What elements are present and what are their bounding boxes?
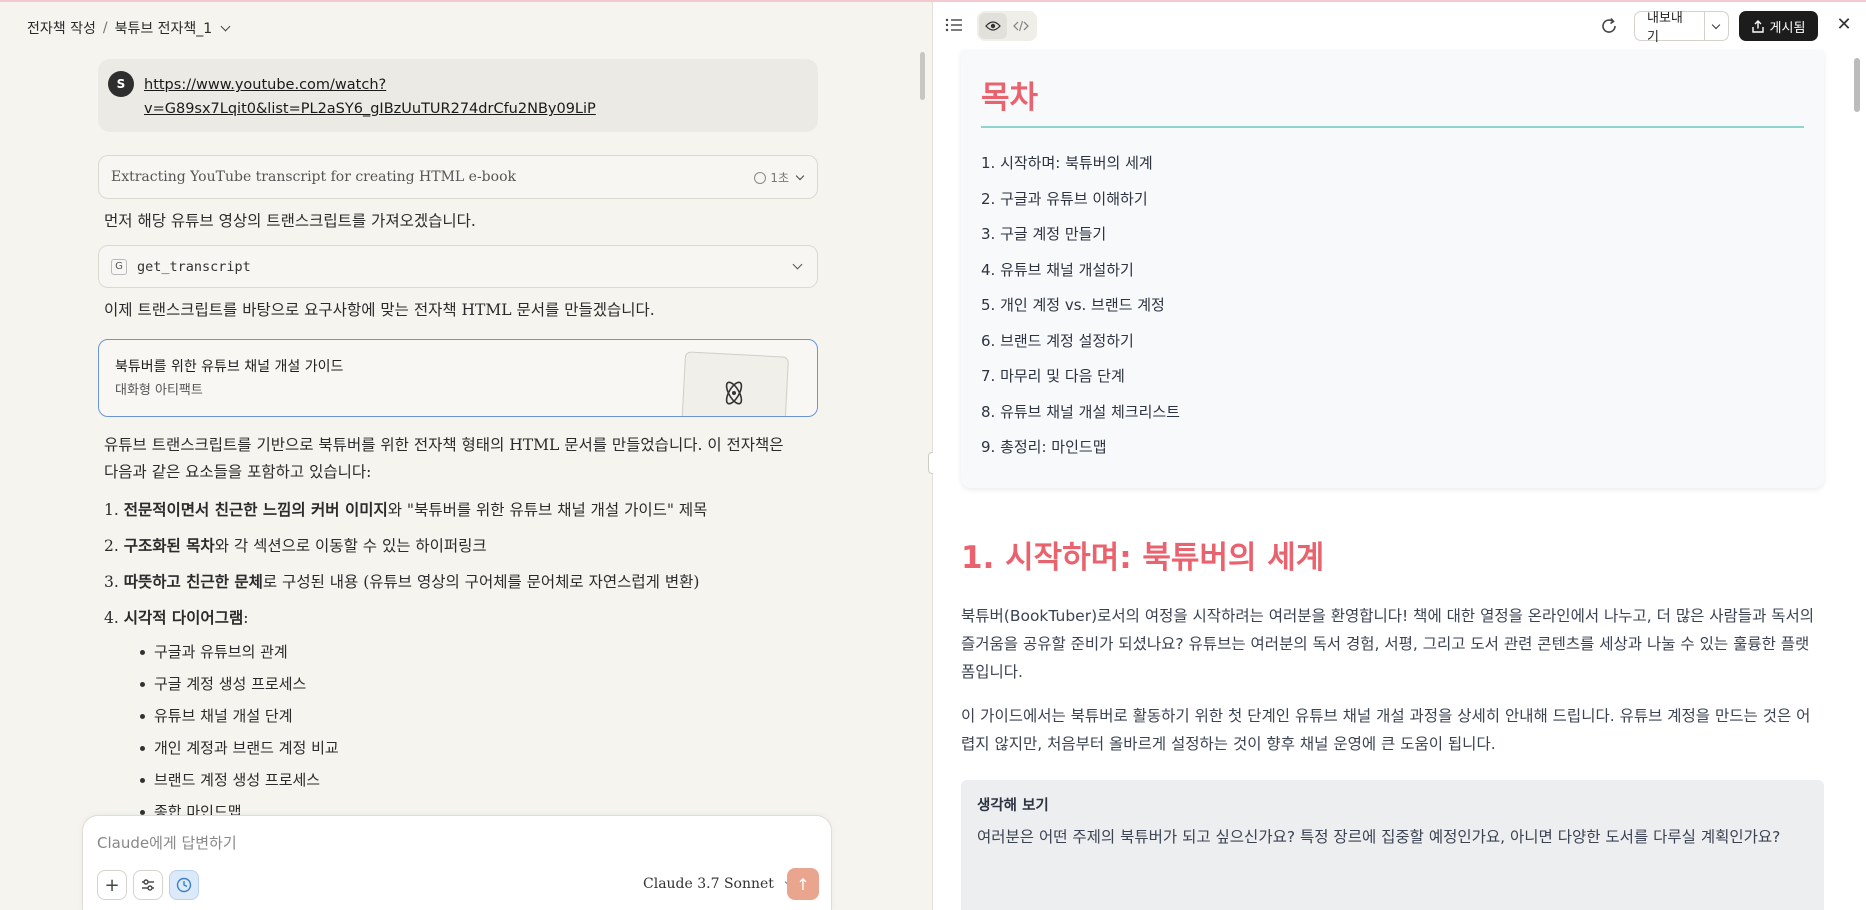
thinking-duration: 1초 xyxy=(770,171,789,185)
chevron-down-icon xyxy=(1712,20,1721,29)
model-name: Claude 3.7 Sonnet xyxy=(643,876,774,892)
thinking-text: Extracting YouTube transcript for creati… xyxy=(111,169,516,185)
breadcrumb-project[interactable]: 전자책 작성 xyxy=(27,18,96,38)
ebook-document: 목차 1. 시작하며: 북튜버의 세계 2. 구글과 유튜브 이해하기 3. 구… xyxy=(933,50,1866,910)
assistant-summary: 유튜브 트랜스크립트를 기반으로 북튜버를 위한 전자책 형태의 HTML 문서… xyxy=(104,436,784,481)
section-heading: 1. 시작하며: 북튜버의 세계 xyxy=(961,540,1325,576)
callout-title: 생각해 보기 xyxy=(977,798,1049,814)
toc-link[interactable]: 4. 유튜브 채널 개설하기 xyxy=(981,253,1804,289)
export-label: 내보내기 xyxy=(1635,11,1705,45)
chat-content: S https://www.youtube.com/watch? v=G89sx… xyxy=(98,59,818,828)
assistant-paragraph: 이제 트랜스크립트를 바탕으로 요구사항에 맞는 전자책 HTML 문서를 만들… xyxy=(104,301,655,319)
list-item: 3. 따뜻하고 친근한 문체로 구성된 내용 (유튜브 영상의 구어체를 문어체… xyxy=(104,572,700,591)
list-item: 개인 계정과 브랜드 계정 비교 xyxy=(140,732,818,764)
add-button[interactable]: + xyxy=(97,870,127,900)
thinking-meta: 1초 xyxy=(754,169,805,186)
section-paragraph: 북튜버(BookTuber)로서의 여정을 시작하려는 여러분을 환영합니다! … xyxy=(961,607,1815,681)
send-button[interactable]: ↑ xyxy=(787,868,819,900)
artifact-toolbar: 내보내기 게시됨 ✕ xyxy=(933,2,1866,50)
user-message: S https://www.youtube.com/watch? v=G89sx… xyxy=(98,59,818,132)
artifact-panel: 내보내기 게시됨 ✕ 목차 1. 시작하며: 북튜버의 세계 2. 구글과 유튜… xyxy=(933,2,1866,910)
thinking-block[interactable]: Extracting YouTube transcript for creati… xyxy=(98,155,818,199)
toc-link[interactable]: 3. 구글 계정 만들기 xyxy=(981,217,1804,253)
toc-link[interactable]: 1. 시작하며: 북튜버의 세계 xyxy=(981,146,1804,182)
toc-link[interactable]: 5. 개인 계정 vs. 브랜드 계정 xyxy=(981,288,1804,324)
tool-call-block[interactable]: G get_transcript xyxy=(98,245,818,288)
clock-icon xyxy=(754,171,767,184)
toc-link[interactable]: 2. 구글과 유튜브 이해하기 xyxy=(981,182,1804,218)
list-item: 구글 계정 생성 프로세스 xyxy=(140,668,818,700)
reload-icon[interactable] xyxy=(1599,16,1619,36)
list-item: 1. 전문적이면서 친근한 느낌의 커버 이미지와 "북튜버를 위한 유튜브 채… xyxy=(104,500,708,519)
think-callout: 생각해 보기 여러분은 어떤 주제의 북튜버가 되고 싶으신가요? 특정 장르에… xyxy=(961,780,1824,910)
artifact-title: 북튜버를 위한 유튜브 채널 개설 가이드 xyxy=(115,359,344,375)
toc-title: 목차 xyxy=(981,80,1039,116)
publish-label: 게시됨 xyxy=(1769,20,1806,36)
chevron-down-icon xyxy=(795,171,805,180)
composer-input[interactable]: Claude에게 답변하기 xyxy=(97,832,237,853)
eye-icon xyxy=(985,21,1001,31)
chevron-down-icon xyxy=(792,259,803,270)
atom-icon xyxy=(725,381,743,405)
toc-link[interactable]: 9. 총정리: 마인드맵 xyxy=(981,430,1804,466)
document-scrollbar[interactable] xyxy=(1854,58,1860,112)
callout-text: 여러분은 어떤 주제의 북튜버가 되고 싶으신가요? 특정 장르에 집중할 예정… xyxy=(977,828,1781,846)
model-selector[interactable]: Claude 3.7 Sonnet xyxy=(643,876,794,892)
toc-link[interactable]: 8. 유튜브 채널 개설 체크리스트 xyxy=(981,395,1804,431)
chat-panel: 전자책 작성 / 북튜브 전자책_1 S https://www.youtube… xyxy=(0,2,932,910)
chevron-down-icon[interactable] xyxy=(220,21,231,31)
user-message-link-line1[interactable]: https://www.youtube.com/watch? xyxy=(144,73,802,97)
list-icon[interactable] xyxy=(945,18,963,32)
clock-icon xyxy=(176,877,192,893)
plus-icon: + xyxy=(104,874,120,896)
list-item: 브랜드 계정 생성 프로세스 xyxy=(140,764,818,796)
close-icon[interactable]: ✕ xyxy=(1835,16,1853,34)
publish-button[interactable]: 게시됨 xyxy=(1739,11,1818,41)
list-item: 2. 구조화된 목차와 각 섹션으로 이동할 수 있는 하이퍼링크 xyxy=(104,536,487,555)
diagram-sublist: 구글과 유튜브의 관계 구글 계정 생성 프로세스 유튜브 채널 개설 단계 개… xyxy=(104,636,818,828)
sliders-icon xyxy=(142,879,154,891)
artifact-type: 대화형 아티팩트 xyxy=(115,383,203,398)
export-button[interactable]: 내보내기 xyxy=(1634,11,1729,45)
artifact-card[interactable]: 북튜버를 위한 유튜브 채널 개설 가이드 대화형 아티팩트 xyxy=(98,339,818,417)
code-icon xyxy=(1013,20,1029,32)
chat-scrollbar[interactable] xyxy=(920,52,925,100)
toc-divider xyxy=(981,126,1804,128)
toc-link[interactable]: 7. 마무리 및 다음 단계 xyxy=(981,359,1804,395)
export-dropdown[interactable] xyxy=(1705,20,1728,29)
toc-link[interactable]: 6. 브랜드 계정 설정하기 xyxy=(981,324,1804,360)
list-item: 4. 시각적 다이어그램: xyxy=(104,608,249,627)
code-tab[interactable] xyxy=(1007,13,1035,39)
share-icon xyxy=(1751,19,1764,33)
section-paragraph: 이 가이드에서는 북튜버로 활동하기 위한 첫 단계인 유튜브 채널 개설 과정… xyxy=(961,707,1811,753)
tool-name: get_transcript xyxy=(137,258,251,275)
list-item: 유튜브 채널 개설 단계 xyxy=(140,700,818,732)
avatar: S xyxy=(108,71,134,97)
arrow-up-icon: ↑ xyxy=(796,874,810,894)
history-button[interactable] xyxy=(169,870,199,900)
list-item: 구글과 유튜브의 관계 xyxy=(140,636,818,668)
assistant-paragraph: 먼저 해당 유튜브 영상의 트랜스크립트를 가져오겠습니다. xyxy=(104,212,476,230)
breadcrumb: 전자책 작성 / 북튜브 전자책_1 xyxy=(27,18,231,38)
feature-list: 1. 전문적이면서 친근한 느낌의 커버 이미지와 "북튜버를 위한 유튜브 채… xyxy=(98,492,818,828)
user-message-link-line2[interactable]: v=G89sx7Lqit0&list=PL2aSY6_gIBzUuTUR274d… xyxy=(144,97,802,121)
view-toggle xyxy=(977,11,1037,41)
breadcrumb-chat-title[interactable]: 북튜브 전자책_1 xyxy=(115,18,213,38)
settings-button[interactable] xyxy=(133,870,163,900)
message-composer[interactable]: Claude에게 답변하기 + Claude 3.7 Sonnet ↑ xyxy=(82,815,832,910)
breadcrumb-separator: / xyxy=(102,20,108,36)
table-of-contents: 목차 1. 시작하며: 북튜버의 세계 2. 구글과 유튜브 이해하기 3. 구… xyxy=(961,50,1824,488)
preview-tab[interactable] xyxy=(979,13,1007,39)
tool-icon: G xyxy=(111,258,127,275)
